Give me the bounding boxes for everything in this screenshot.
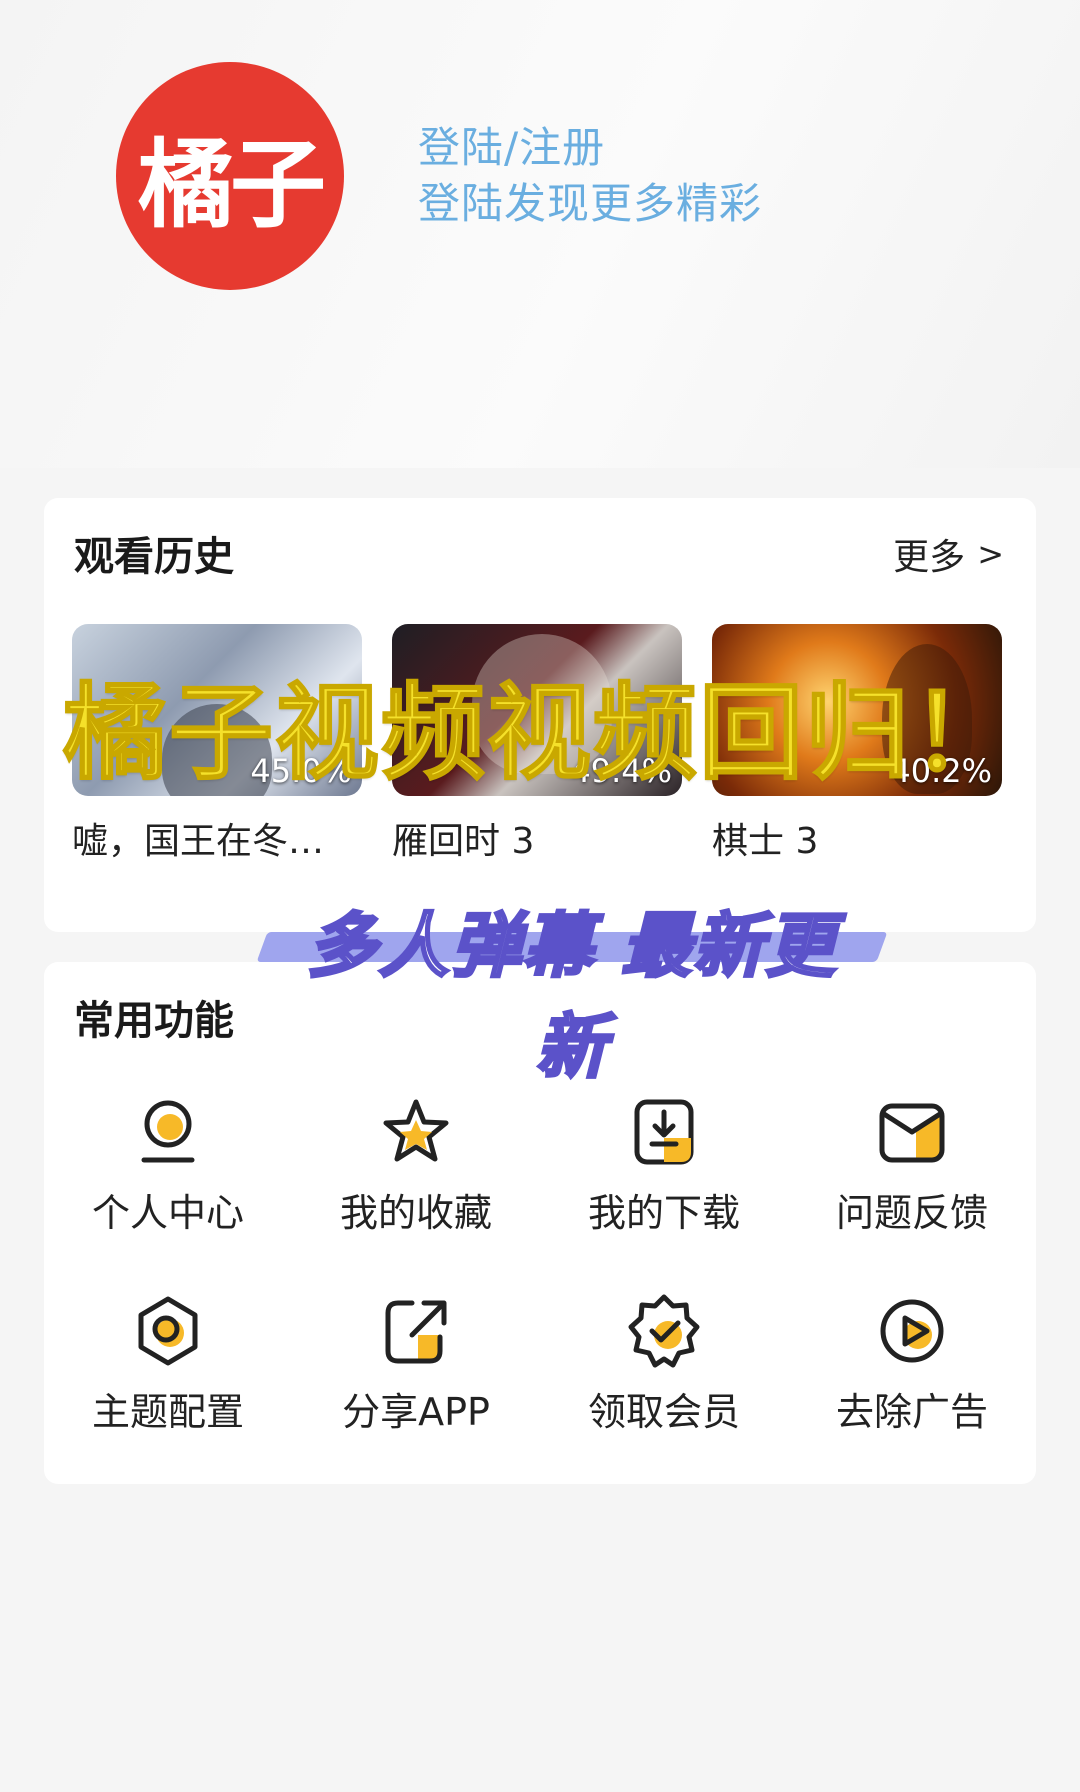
function-label: 主题配置 — [91, 1390, 244, 1434]
history-caption[interactable]: 雁回时 3 — [392, 812, 682, 864]
share-icon — [385, 1300, 447, 1364]
function-feedback[interactable]: 问题反馈 — [788, 1092, 1036, 1237]
function-label: 分享APP — [342, 1390, 490, 1434]
function-label: 问题反馈 — [835, 1191, 988, 1235]
function-label: 我的下载 — [587, 1191, 740, 1235]
theme-icon — [138, 1296, 198, 1366]
promo-subheadline-overlay: 多人弹幕 最新更新 — [256, 890, 888, 1090]
login-block[interactable]: 登陆/注册 登陆发现更多精彩 — [418, 120, 762, 232]
star-icon — [383, 1099, 449, 1162]
logo-text: 橘子 — [138, 128, 326, 241]
promo-subheadline-text: 多人弹幕 最新更新 — [305, 904, 838, 1090]
play-icon — [880, 1299, 944, 1363]
function-downloads[interactable]: 我的下载 — [540, 1092, 788, 1237]
chevron-right-icon: > — [977, 535, 1004, 573]
login-register-link[interactable]: 登陆/注册 — [418, 120, 762, 176]
download-icon — [634, 1099, 694, 1165]
profile-page: 橘子 登陆/注册 登陆发现更多精彩 观看历史 更多 > 45.0% 嘘，国王在冬… — [0, 0, 1080, 1792]
promo-headline-overlay: 橘子视频视频回归！ — [62, 671, 1017, 795]
functions-grid: 个人中心 我的收藏 我的下载 问题反馈 主题配置 分享APP 领取会员 去除广告 — [44, 1092, 1036, 1436]
more-label: 更多 — [893, 537, 966, 578]
mail-icon — [879, 1103, 945, 1163]
badge-check-icon — [628, 1294, 700, 1368]
function-label: 去除广告 — [835, 1390, 988, 1434]
function-personal-center[interactable]: 个人中心 — [44, 1092, 292, 1237]
function-label: 我的收藏 — [339, 1191, 492, 1235]
function-claim-membership[interactable]: 领取会员 — [540, 1291, 788, 1436]
function-theme-config[interactable]: 主题配置 — [44, 1291, 292, 1436]
watch-history-title: 观看历史 — [74, 534, 234, 580]
history-more-button[interactable]: 更多 > — [893, 528, 1004, 580]
function-remove-ads[interactable]: 去除广告 — [788, 1291, 1036, 1436]
profile-header: 橘子 登陆/注册 登陆发现更多精彩 — [0, 0, 1080, 468]
history-caption[interactable]: 嘘，国王在冬… — [72, 812, 362, 864]
function-label: 领取会员 — [587, 1390, 740, 1434]
login-subtitle: 登陆发现更多精彩 — [418, 179, 763, 228]
app-logo[interactable]: 橘子 — [116, 62, 344, 290]
function-favorites[interactable]: 我的收藏 — [292, 1092, 540, 1237]
user-icon — [141, 1100, 195, 1163]
function-share-app[interactable]: 分享APP — [292, 1291, 540, 1436]
history-caption[interactable]: 棋士 3 — [712, 812, 1002, 864]
common-functions-title: 常用功能 — [74, 998, 234, 1044]
function-label: 个人中心 — [91, 1191, 244, 1235]
